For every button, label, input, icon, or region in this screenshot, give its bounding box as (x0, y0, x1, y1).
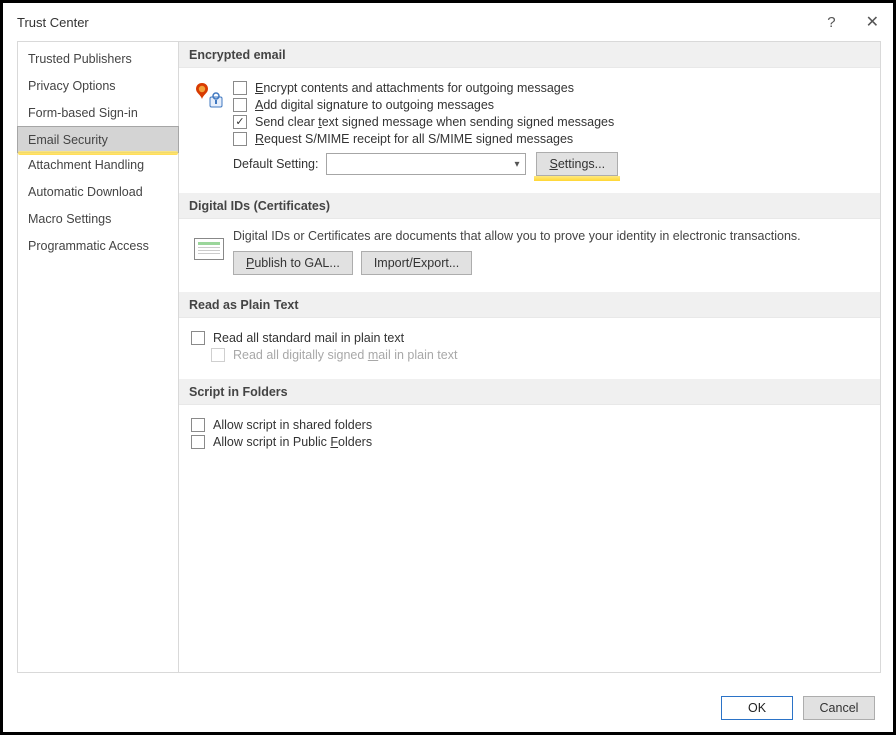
label-read-plain: Read all standard mail in plain text (213, 331, 404, 345)
label-encrypt-contents: Encrypt contents and attachments for out… (255, 81, 574, 95)
section-header-digital-ids: Digital IDs (Certificates) (179, 193, 880, 219)
dropdown-default-setting[interactable]: ▾ (326, 153, 526, 175)
label-script-shared: Allow script in shared folders (213, 418, 372, 432)
label-add-signature: Add digital signature to outgoing messag… (255, 98, 494, 112)
sidebar-item-automatic-download[interactable]: Automatic Download (18, 179, 178, 206)
highlight-marker (534, 176, 620, 181)
window-title: Trust Center (17, 15, 89, 30)
label-read-signed-plain: Read all digitally signed mail in plain … (233, 348, 457, 362)
label-default-setting: Default Setting: (233, 157, 318, 171)
help-icon[interactable]: ? (827, 14, 835, 31)
checkbox-encrypt-contents[interactable] (233, 81, 247, 95)
certificate-icon (191, 231, 227, 267)
content-panel: Encrypted email (179, 41, 881, 673)
sidebar: Trusted Publishers Privacy Options Form-… (17, 41, 179, 673)
ribbon-lock-icon (191, 78, 227, 114)
titlebar: Trust Center ? ✕ (3, 3, 893, 41)
checkbox-script-shared[interactable] (191, 418, 205, 432)
label-clear-text: Send clear text signed message when send… (255, 115, 614, 129)
chevron-down-icon: ▾ (514, 159, 519, 170)
sidebar-item-macro-settings[interactable]: Macro Settings (18, 206, 178, 233)
checkbox-request-receipt[interactable] (233, 132, 247, 146)
checkbox-read-plain[interactable] (191, 331, 205, 345)
trust-center-dialog: Trust Center ? ✕ Trusted Publishers Priv… (0, 0, 896, 735)
settings-button[interactable]: Settings... (536, 152, 618, 176)
import-export-button[interactable]: Import/Export... (361, 251, 472, 275)
sidebar-item-form-sign-in[interactable]: Form-based Sign-in (18, 100, 178, 127)
sidebar-item-email-security[interactable]: Email Security (17, 126, 179, 153)
checkbox-add-signature[interactable] (233, 98, 247, 112)
ok-button[interactable]: OK (721, 696, 793, 720)
sidebar-item-attachment-handling[interactable]: Attachment Handling (18, 152, 178, 179)
label-request-receipt: Request S/MIME receipt for all S/MIME si… (255, 132, 573, 146)
sidebar-item-trusted-publishers[interactable]: Trusted Publishers (18, 46, 178, 73)
publish-to-gal-button[interactable]: Publish to GAL... (233, 251, 353, 275)
label-script-public: Allow script in Public Folders (213, 435, 372, 449)
section-header-plain-text: Read as Plain Text (179, 292, 880, 318)
section-header-script: Script in Folders (179, 379, 880, 405)
checkbox-read-signed-plain (211, 348, 225, 362)
checkbox-clear-text[interactable] (233, 115, 247, 129)
section-header-encrypted: Encrypted email (179, 42, 880, 68)
sidebar-item-privacy-options[interactable]: Privacy Options (18, 73, 178, 100)
cancel-button[interactable]: Cancel (803, 696, 875, 720)
dialog-footer: OK Cancel (721, 696, 875, 720)
close-icon[interactable]: ✕ (866, 12, 879, 32)
sidebar-item-programmatic-access[interactable]: Programmatic Access (18, 233, 178, 260)
digital-ids-description: Digital IDs or Certificates are document… (233, 229, 868, 243)
checkbox-script-public[interactable] (191, 435, 205, 449)
